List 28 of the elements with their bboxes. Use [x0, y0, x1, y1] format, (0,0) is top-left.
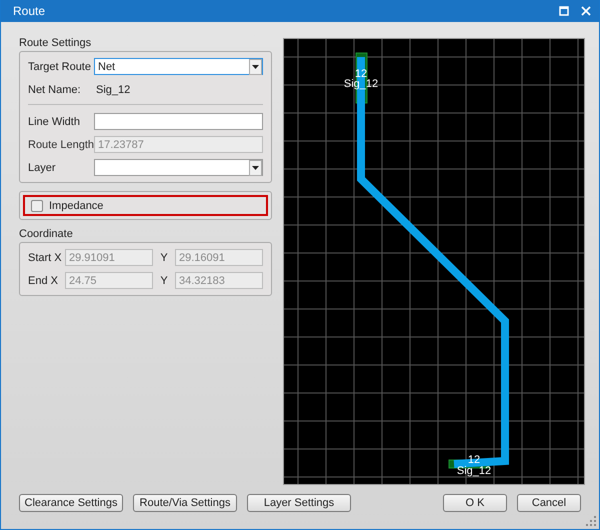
caret-icon — [249, 160, 262, 176]
impedance-checkbox[interactable]: Impedance — [23, 195, 268, 216]
input-field[interactable] — [94, 113, 263, 130]
maximize-icon[interactable] — [559, 6, 569, 16]
field-label: Route Length — [28, 138, 94, 150]
settings-button[interactable]: Route/Via Settings — [133, 494, 237, 512]
field-label: Target Route — [28, 60, 92, 72]
field-label: Start X — [28, 252, 63, 264]
settings-button[interactable]: Clearance Settings — [19, 494, 123, 512]
cancel-button[interactable]: Cancel — [517, 494, 581, 512]
close-icon[interactable] — [581, 6, 591, 16]
window-title: Route — [13, 4, 46, 18]
layer-dropdown[interactable] — [94, 159, 263, 176]
ok-button[interactable]: O K — [443, 494, 507, 512]
net-label: Sig_12 — [456, 465, 492, 477]
field-label: Net Name: — [28, 84, 82, 96]
settings-button[interactable]: Layer Settings — [247, 494, 351, 512]
field-label: Y — [159, 274, 169, 286]
group-title: Coordinate — [19, 228, 74, 240]
net-name-value: Sig_12 — [95, 84, 130, 96]
field-label: Y — [159, 252, 169, 264]
field-label: End X — [28, 274, 59, 286]
caret-icon — [249, 58, 262, 74]
group-title: Route Settings — [19, 37, 92, 49]
field-label: Line Width — [28, 116, 81, 128]
target-route-dropdown[interactable]: Net — [94, 58, 263, 75]
resize-grip-icon[interactable] — [586, 516, 596, 526]
field-label: Layer — [28, 162, 57, 174]
